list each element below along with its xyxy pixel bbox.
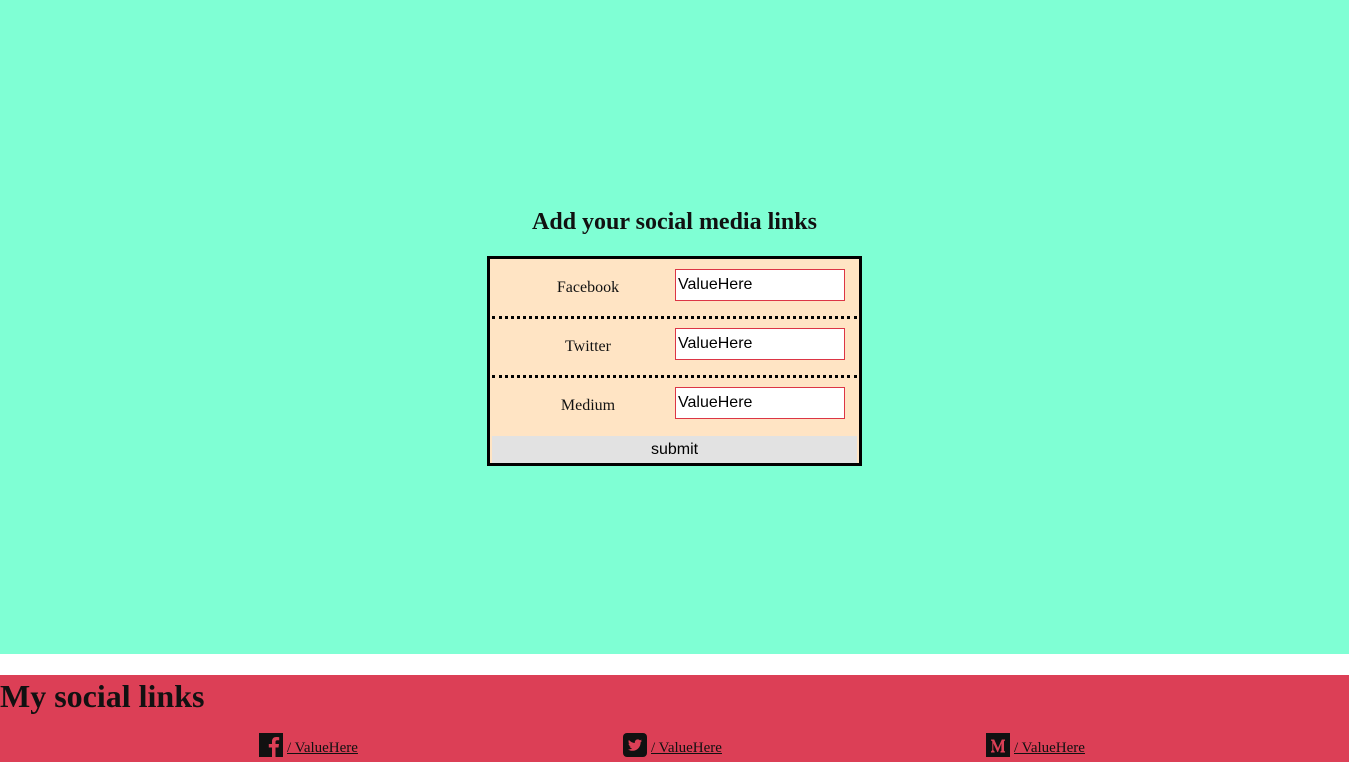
form-row-medium: Medium xyxy=(490,377,859,435)
social-links-form: Facebook Twitter Medium submit xyxy=(487,256,862,466)
form-section: Add your social media links Facebook Twi… xyxy=(0,0,1349,654)
medium-icon xyxy=(986,733,1010,757)
medium-label: Medium xyxy=(560,397,616,414)
twitter-link-text: / ValueHere xyxy=(651,740,722,756)
form-row-twitter: Twitter xyxy=(490,318,859,376)
submit-button[interactable]: submit xyxy=(492,436,857,463)
twitter-link[interactable]: / ValueHere xyxy=(623,733,722,761)
social-links-section: My social links / ValueHere / ValueHere … xyxy=(0,675,1349,762)
form-row-facebook: Facebook xyxy=(490,259,859,317)
form-title: Add your social media links xyxy=(532,209,817,235)
medium-link[interactable]: / ValueHere xyxy=(986,733,1085,761)
twitter-label: Twitter xyxy=(565,338,611,355)
links-title: My social links xyxy=(0,678,205,714)
facebook-input[interactable] xyxy=(675,269,845,301)
medium-link-text: / ValueHere xyxy=(1014,740,1085,756)
facebook-icon xyxy=(259,733,283,757)
medium-input[interactable] xyxy=(675,387,845,419)
twitter-icon xyxy=(623,733,647,757)
facebook-link[interactable]: / ValueHere xyxy=(259,733,358,761)
twitter-input[interactable] xyxy=(675,328,845,360)
facebook-link-text: / ValueHere xyxy=(287,740,358,756)
section-gap xyxy=(0,654,1349,675)
facebook-label: Facebook xyxy=(556,279,620,296)
